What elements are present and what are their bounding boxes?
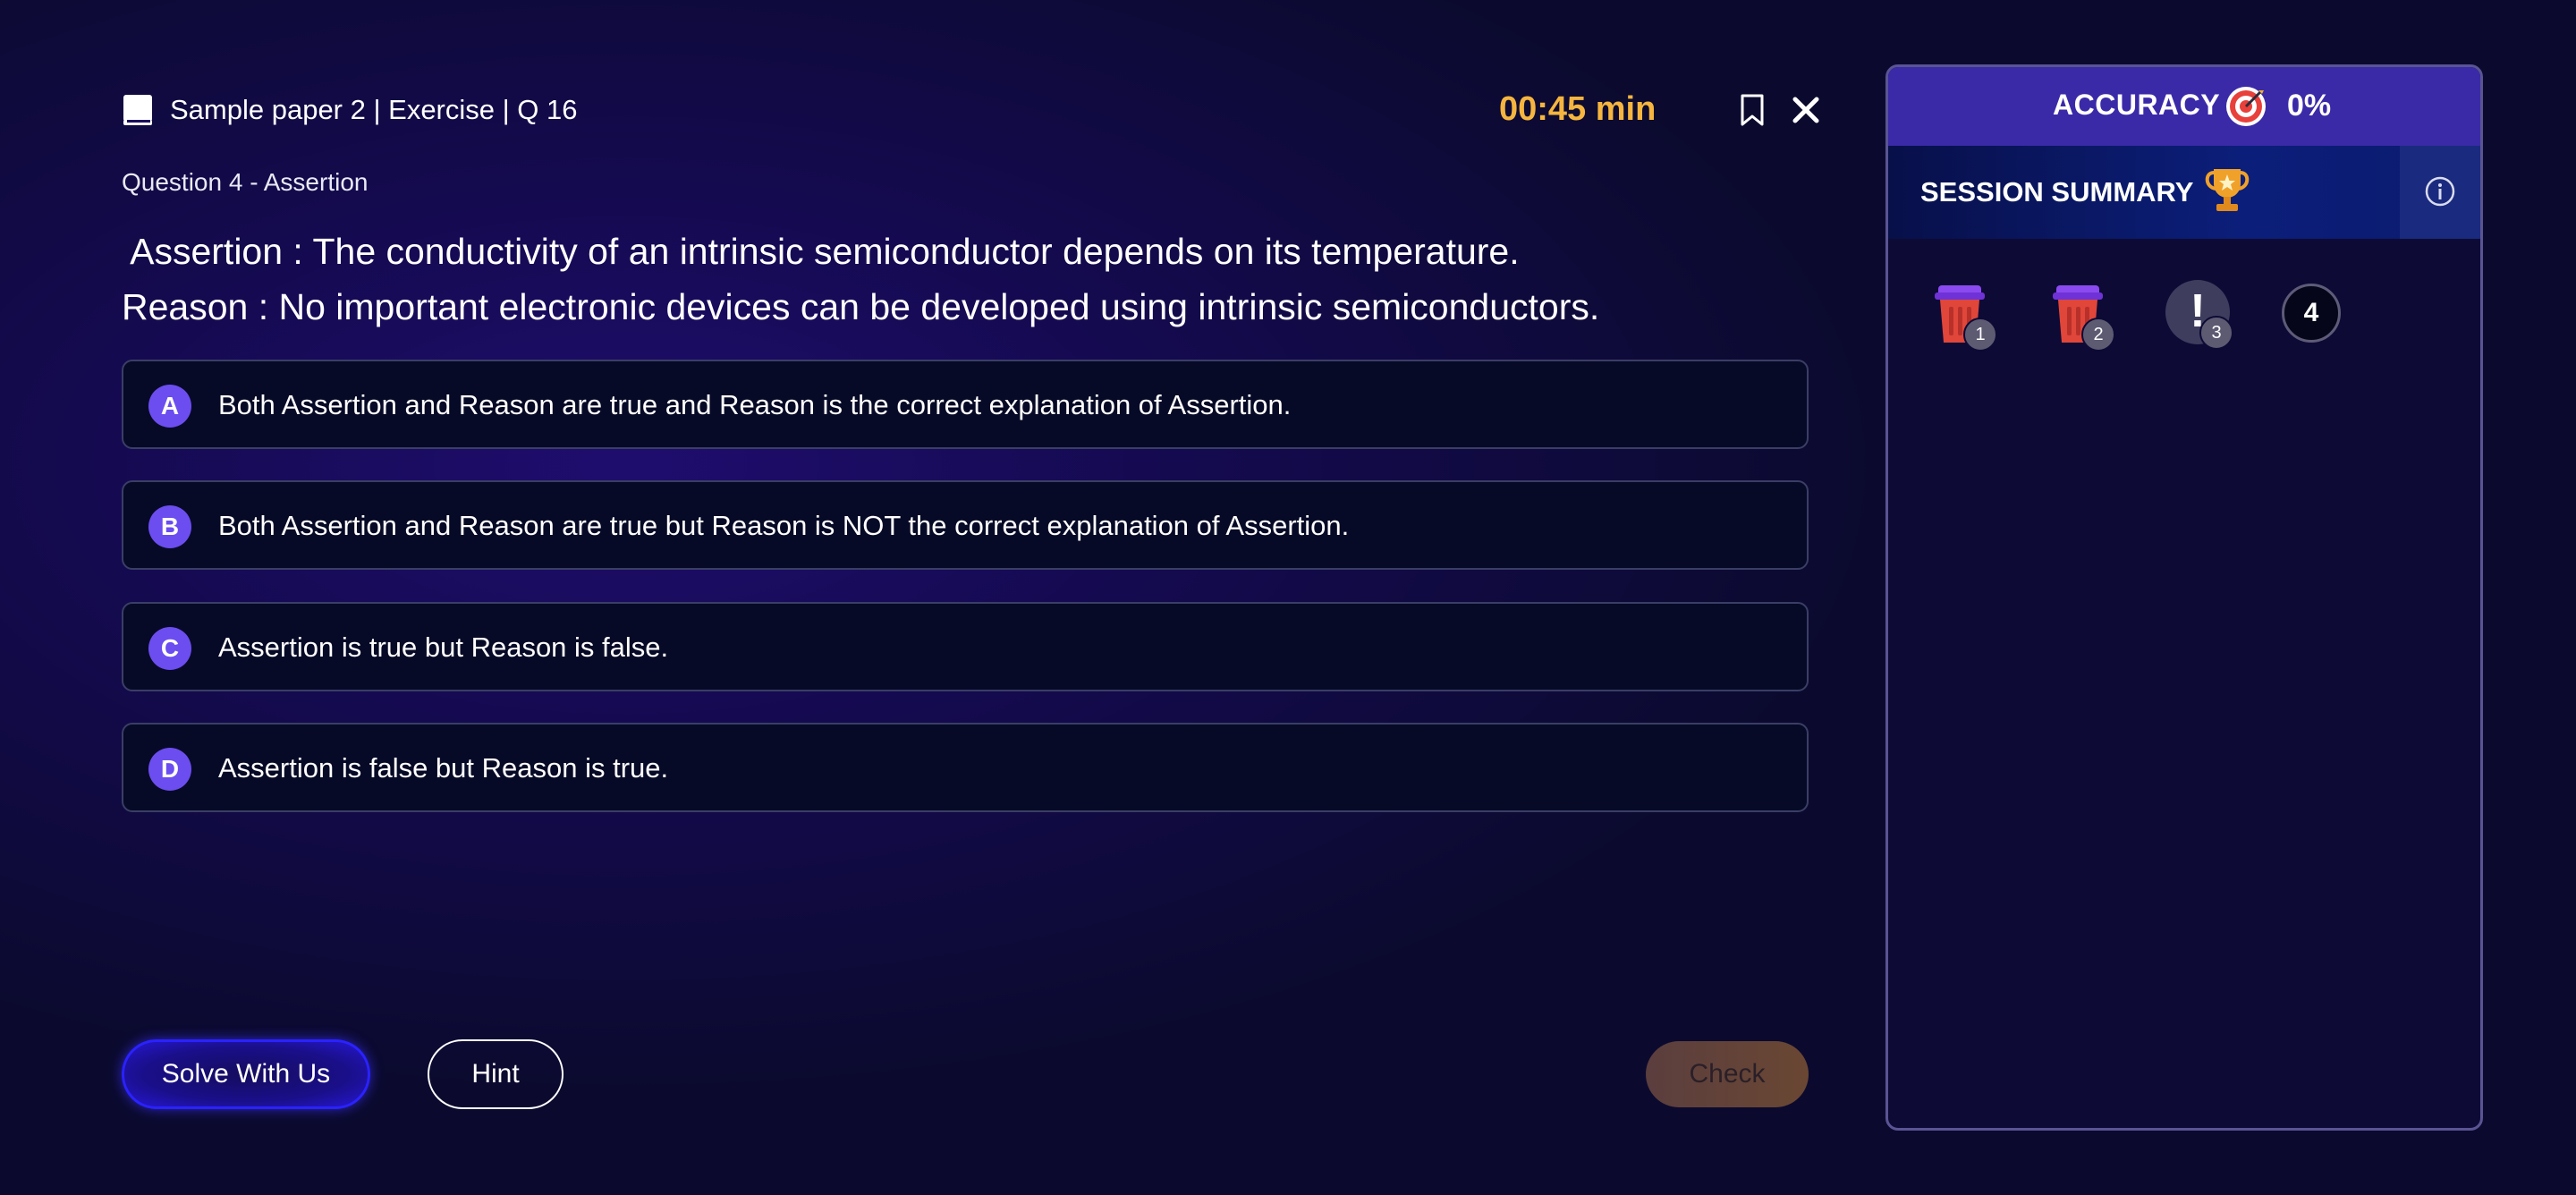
accuracy-value: 0% <box>2287 89 2332 123</box>
question-label: Question 4 - Assertion <box>122 168 369 196</box>
timer: 00:45 min <box>1499 90 1657 128</box>
option-text: Both Assertion and Reason are true and R… <box>218 389 1292 420</box>
accuracy-bar: ACCURACY 0% <box>1888 67 2480 146</box>
question-number-badge: 1 <box>1963 318 1997 352</box>
option-d[interactable]: D Assertion is false but Reason is true. <box>122 723 1809 812</box>
trophy-icon <box>2205 169 2250 211</box>
option-c[interactable]: C Assertion is true but Reason is false. <box>122 602 1809 691</box>
option-text: Assertion is true but Reason is false. <box>218 631 669 663</box>
accuracy-label: ACCURACY <box>2053 89 2221 121</box>
info-button[interactable] <box>2400 146 2480 239</box>
session-summary-label: SESSION SUMMARY <box>1920 176 2194 208</box>
info-icon <box>2425 176 2455 207</box>
book-icon <box>123 95 152 125</box>
session-panel: ACCURACY 0% SESSION SUMMARY 1 2 ! 3 4 <box>1885 64 2483 1131</box>
solve-with-us-button[interactable]: Solve With Us <box>122 1039 370 1109</box>
question-status-1[interactable]: 1 <box>1928 280 1997 352</box>
option-text: Both Assertion and Reason are true but R… <box>218 510 1350 541</box>
question-header: Sample paper 2 | Exercise | Q 16 00:45 m… <box>122 89 1819 131</box>
question-number-badge: 2 <box>2081 318 2115 352</box>
bookmark-icon[interactable] <box>1739 93 1766 127</box>
question-status-4[interactable]: 4 <box>2282 284 2341 343</box>
question-status-2[interactable]: 2 <box>2046 280 2115 352</box>
hint-button[interactable]: Hint <box>428 1039 564 1109</box>
option-letter: C <box>148 627 191 670</box>
question-status-3[interactable]: ! 3 <box>2164 278 2233 350</box>
option-letter: A <box>148 385 191 428</box>
reason-text: Reason : No important electronic devices… <box>122 286 1600 327</box>
target-icon <box>2226 87 2266 126</box>
option-text: Assertion is false but Reason is true. <box>218 752 669 784</box>
option-letter: D <box>148 748 191 791</box>
check-button[interactable]: Check <box>1646 1041 1809 1107</box>
question-text: Assertion : The conductivity of an intri… <box>122 224 1810 335</box>
breadcrumb: Sample paper 2 | Exercise | Q 16 <box>170 94 578 125</box>
option-a[interactable]: A Both Assertion and Reason are true and… <box>122 360 1809 449</box>
option-letter: B <box>148 505 191 548</box>
close-icon[interactable] <box>1791 95 1821 125</box>
session-summary-header: SESSION SUMMARY <box>1888 146 2480 239</box>
option-b[interactable]: B Both Assertion and Reason are true but… <box>122 480 1809 570</box>
assertion-text: Assertion : The conductivity of an intri… <box>122 231 1520 272</box>
question-area: Sample paper 2 | Exercise | Q 16 00:45 m… <box>122 0 1819 1195</box>
question-number-badge: 3 <box>2199 316 2233 350</box>
